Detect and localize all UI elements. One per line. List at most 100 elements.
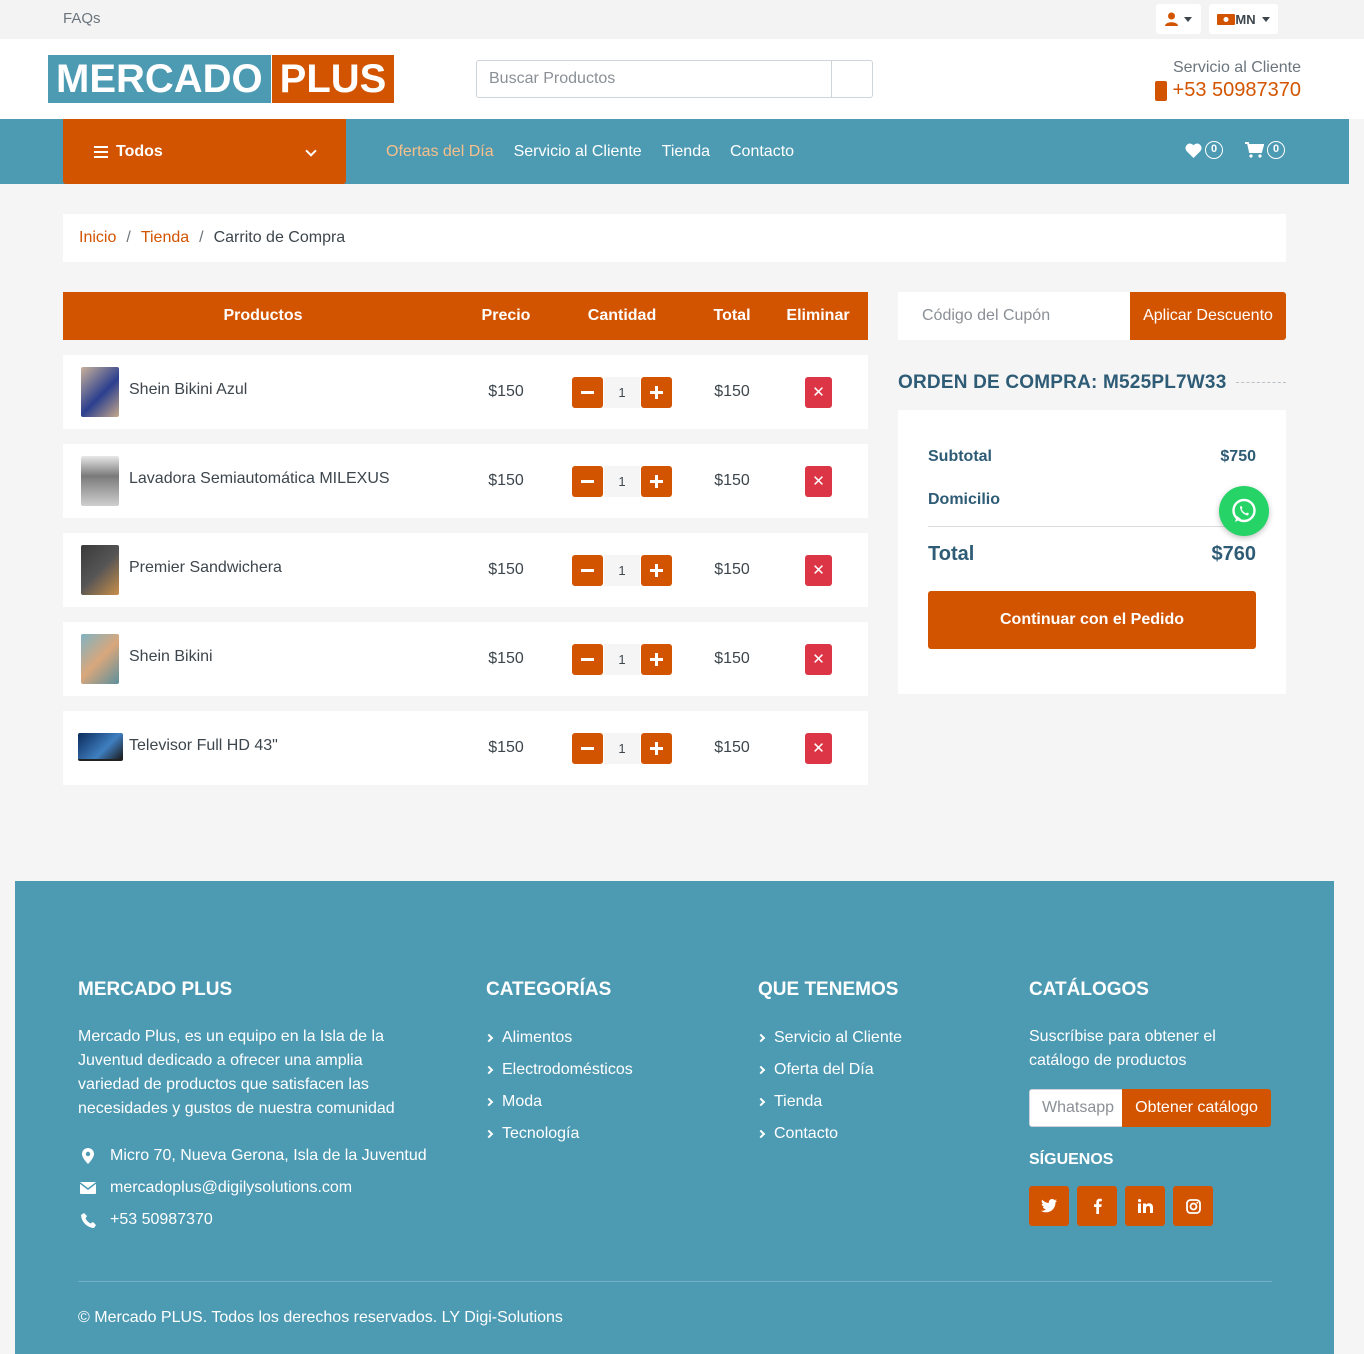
increase-quantity-button[interactable] — [641, 644, 672, 675]
all-categories-dropdown[interactable]: Todos — [63, 119, 346, 184]
increase-quantity-button[interactable] — [641, 555, 672, 586]
product-name[interactable]: Premier Sandwichera — [129, 559, 282, 577]
decrease-quantity-button[interactable] — [572, 644, 603, 675]
search-input[interactable] — [476, 60, 832, 98]
get-catalog-button[interactable]: Obtener catálogo — [1122, 1089, 1271, 1127]
product-name[interactable]: Televisor Full HD 43" — [129, 737, 278, 755]
product-name[interactable]: Shein Bikini — [129, 648, 213, 666]
column-header-price: Precio — [481, 307, 531, 324]
remove-item-button[interactable]: ✕ — [805, 377, 832, 408]
quantity-input[interactable]: 1 — [604, 644, 640, 675]
subtotal-label: Subtotal — [928, 448, 992, 465]
increase-quantity-button[interactable] — [641, 466, 672, 497]
footer-category-link[interactable]: Moda — [484, 1089, 633, 1121]
footer-have-link[interactable]: Oferta del Día — [756, 1057, 902, 1089]
product-name[interactable]: Lavadora Semiautomática MILEXUS — [129, 470, 390, 488]
quantity-input[interactable]: 1 — [604, 733, 640, 764]
product-total: $150 — [714, 561, 750, 578]
logo-part-2: PLUS — [271, 55, 395, 103]
chevron-right-icon — [484, 1097, 494, 1107]
footer-category-link[interactable]: Electrodomésticos — [484, 1057, 633, 1089]
cart-row: Lavadora Semiautomática MILEXUS $150 1 $… — [63, 444, 868, 518]
site-logo[interactable]: MERCADO PLUS — [48, 55, 395, 103]
product-price: $150 — [488, 650, 524, 667]
product-thumbnail[interactable] — [81, 367, 119, 417]
chevron-right-icon — [484, 1129, 494, 1139]
remove-item-button[interactable]: ✕ — [805, 555, 832, 586]
search-button[interactable] — [831, 60, 873, 98]
delivery-row: Domicilio — [928, 491, 1256, 509]
remove-item-button[interactable]: ✕ — [805, 466, 832, 497]
footer-have-link[interactable]: Contacto — [756, 1121, 902, 1153]
shopping-cart-icon — [1245, 142, 1264, 158]
summary-divider — [928, 526, 1256, 527]
top-bar: FAQs MN — [0, 0, 1364, 39]
user-icon — [1165, 12, 1178, 26]
increase-quantity-button[interactable] — [641, 377, 672, 408]
instagram-icon — [1185, 1198, 1201, 1214]
nav-link-offers[interactable]: Ofertas del Día — [386, 143, 494, 161]
faqs-link[interactable]: FAQs — [63, 10, 101, 27]
product-thumbnail[interactable] — [81, 634, 119, 684]
decrease-quantity-button[interactable] — [572, 733, 603, 764]
nav-link-shop[interactable]: Tienda — [662, 143, 710, 161]
linkedin-button[interactable] — [1125, 1186, 1165, 1226]
increase-quantity-button[interactable] — [641, 733, 672, 764]
product-thumbnail[interactable] — [81, 456, 119, 506]
breadcrumb-shop[interactable]: Tienda — [141, 229, 189, 247]
footer-have-link[interactable]: Servicio al Cliente — [756, 1025, 902, 1057]
footer-category-link[interactable]: Tecnología — [484, 1121, 633, 1153]
account-dropdown[interactable] — [1156, 4, 1201, 34]
delivery-label: Domicilio — [928, 491, 1001, 508]
quantity-input[interactable]: 1 — [604, 555, 640, 586]
cart-button[interactable]: 0 — [1245, 141, 1285, 159]
breadcrumb-current: Carrito de Compra — [213, 229, 346, 246]
instagram-button[interactable] — [1173, 1186, 1213, 1226]
continue-order-button[interactable]: Continuar con el Pedido — [928, 591, 1256, 649]
facebook-button[interactable] — [1077, 1186, 1117, 1226]
twitter-button[interactable] — [1029, 1186, 1069, 1226]
decrease-quantity-button[interactable] — [572, 555, 603, 586]
column-header-remove: Eliminar — [786, 307, 850, 324]
chevron-down-icon — [305, 145, 317, 157]
customer-service-phone[interactable]: +53 50987370 — [1154, 79, 1301, 102]
quantity-input[interactable]: 1 — [604, 466, 640, 497]
footer-have-label: Contacto — [774, 1125, 839, 1142]
cart-count-badge: 0 — [1267, 141, 1285, 159]
product-price: $150 — [488, 472, 524, 489]
total-label: Total — [928, 543, 975, 565]
column-header-quantity: Cantidad — [587, 307, 657, 324]
remove-item-button[interactable]: ✕ — [805, 733, 832, 764]
footer-category-link[interactable]: Alimentos — [484, 1025, 633, 1057]
remove-item-button[interactable]: ✕ — [805, 644, 832, 675]
footer-email[interactable]: mercadoplus@digilysolutions.com — [78, 1179, 352, 1197]
currency-dropdown[interactable]: MN — [1209, 4, 1278, 34]
chevron-right-icon — [756, 1097, 766, 1107]
currency-label: MN — [1235, 11, 1256, 27]
cart-row: Shein Bikini $150 1 $150 ✕ — [63, 622, 868, 696]
subtotal-row: Subtotal $750 — [928, 448, 1256, 466]
menu-icon — [94, 145, 108, 158]
chevron-right-icon — [756, 1033, 766, 1043]
footer-phone[interactable]: +53 50987370 — [78, 1211, 213, 1229]
chevron-right-icon — [484, 1033, 494, 1043]
nav-link-customer-service[interactable]: Servicio al Cliente — [514, 143, 642, 161]
quantity-input[interactable]: 1 — [604, 377, 640, 408]
decrease-quantity-button[interactable] — [572, 377, 603, 408]
product-name[interactable]: Shein Bikini Azul — [129, 381, 247, 399]
whatsapp-icon — [1232, 498, 1256, 523]
nav-link-contact[interactable]: Contacto — [730, 143, 794, 161]
product-thumbnail[interactable] — [81, 545, 119, 595]
apply-discount-button[interactable]: Aplicar Descuento — [1130, 292, 1286, 340]
product-thumbnail[interactable] — [78, 733, 123, 761]
wishlist-button[interactable]: 0 — [1185, 141, 1223, 159]
decrease-quantity-button[interactable] — [572, 466, 603, 497]
coupon-input[interactable] — [898, 292, 1130, 340]
breadcrumb-home[interactable]: Inicio — [79, 229, 116, 247]
whatsapp-float-button[interactable] — [1219, 486, 1269, 536]
order-title: ORDEN DE COMPRA: M525PL7W33 — [898, 372, 1227, 393]
cart-row: Premier Sandwichera $150 1 $150 ✕ — [63, 533, 868, 607]
footer-have-link[interactable]: Tienda — [756, 1089, 902, 1121]
whatsapp-number-input[interactable] — [1029, 1089, 1123, 1127]
footer-catalogs-title: CATÁLOGOS — [1029, 979, 1149, 1000]
